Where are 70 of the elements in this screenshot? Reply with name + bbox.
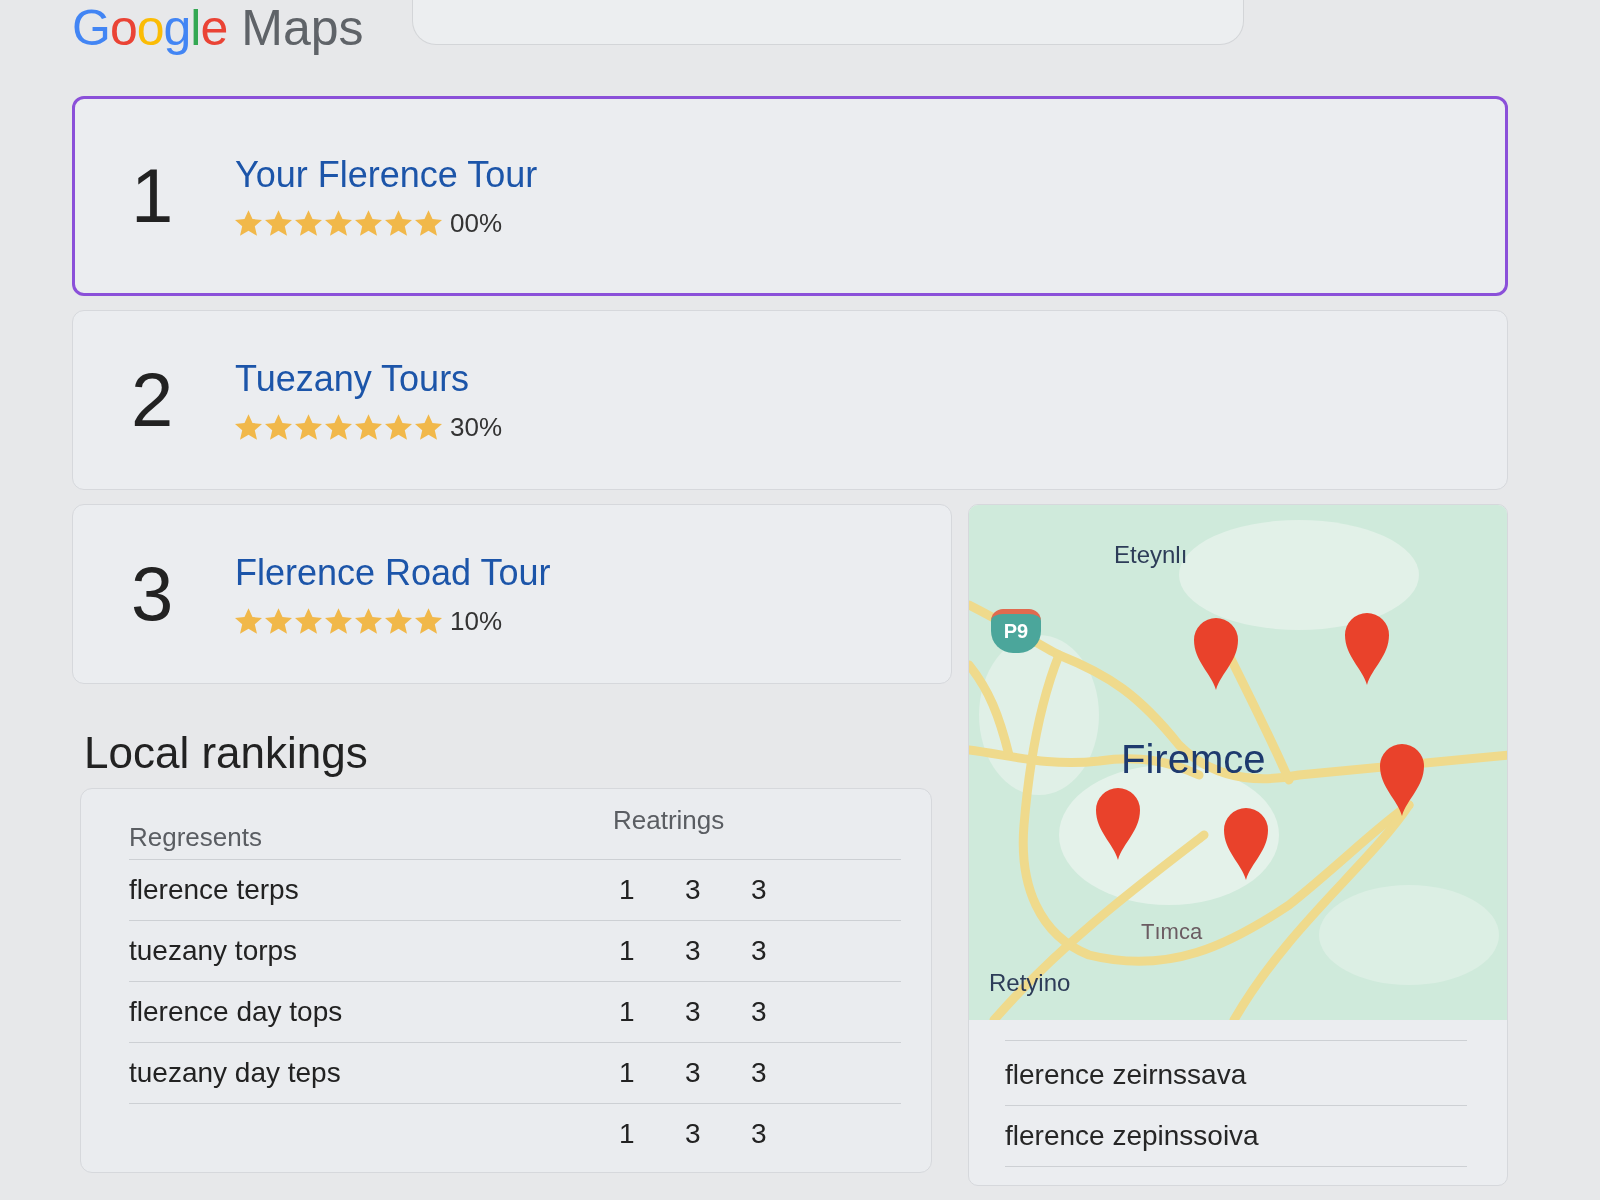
star-icon [385,210,412,236]
map-pin-icon[interactable] [1379,743,1425,817]
table-cell: 3 [685,874,701,906]
table-cell: 1 [619,996,635,1028]
rating-percent: 00% [450,207,503,239]
result-card[interactable]: 2 Tuezany Tours 30% [72,310,1508,490]
star-icon [355,414,382,440]
product-name: Maps [241,3,364,53]
section-heading: Local rankings [84,728,368,778]
star-icon [295,414,322,440]
search-field[interactable] [411,0,1244,45]
rank-number: 1 [131,158,175,234]
rank-number: 2 [131,362,175,438]
table-cell: 3 [751,996,767,1028]
map-label: Firemce [1121,737,1266,782]
table-cell: 3 [685,935,701,967]
star-icon [415,608,442,634]
table-cell: 1 [619,935,635,967]
table-cell: 3 [751,1057,767,1089]
table-cell: flerence day tops [129,996,343,1028]
result-card[interactable]: 3 Flerence Road Tour 10% [72,504,952,684]
star-icon [235,210,262,236]
star-icon [265,210,292,236]
suggestion-item[interactable]: flerence zeirnssava [1005,1059,1247,1091]
star-icon [355,608,382,634]
table-cell: tuezany torps [129,935,298,967]
map-pin-icon[interactable] [1223,807,1269,881]
map-pin-icon[interactable] [1095,787,1141,861]
map-pin-icon[interactable] [1193,617,1239,691]
star-icon [325,210,352,236]
table-cell: 3 [685,1057,701,1089]
table-cell: tuezany day teps [129,1057,341,1089]
result-card[interactable]: 1 Your Flerence Tour 00% [72,96,1508,296]
table-cell: 3 [751,874,767,906]
table-cell: 3 [685,996,701,1028]
table-cell: 3 [751,935,767,967]
table-cell: flerence terps [129,874,299,906]
rating-percent: 30% [450,411,503,443]
map-label: Tımca [1141,919,1203,945]
map-pin-icon[interactable] [1344,612,1390,686]
star-icon [325,414,352,440]
star-icon [265,608,292,634]
star-icon [265,414,292,440]
rating-percent: 10% [450,605,503,637]
suggestion-item[interactable]: flerence zepinssoiva [1005,1120,1259,1152]
table-cell: 3 [685,1118,701,1150]
table-cell: 1 [619,874,635,906]
star-icon [325,608,352,634]
map[interactable] [969,505,1507,1020]
map-label: Eteynlı [1114,541,1188,569]
star-icon [295,608,322,634]
star-icon [235,608,262,634]
star-icon [235,414,262,440]
column-header: Reatrings [613,804,725,836]
map-label: Retyino [989,969,1071,997]
result-title[interactable]: Tuezany Tours [235,357,503,400]
star-icon [385,414,412,440]
star-icon [355,210,382,236]
result-title[interactable]: Flerence Road Tour [235,551,551,594]
star-icon [415,210,442,236]
table-cell: 1 [619,1118,635,1150]
route-shield: P9 [991,609,1041,653]
rank-number: 3 [131,556,175,632]
table-cell: 1 [619,1057,635,1089]
result-title[interactable]: Your Flerence Tour [235,153,538,196]
table-cell: 3 [751,1118,767,1150]
column-header: Regresents [129,822,262,854]
star-icon [385,608,412,634]
star-icon [295,210,322,236]
star-icon [415,414,442,440]
